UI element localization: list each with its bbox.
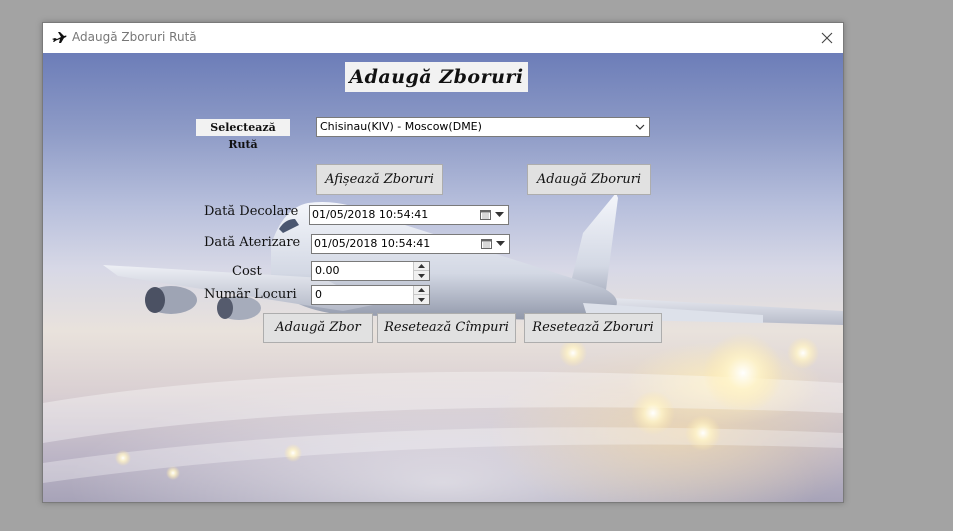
seats-label: Număr Locuri bbox=[204, 287, 297, 302]
add-flight-button[interactable]: Adaugă Zbor bbox=[263, 313, 373, 343]
show-flights-button[interactable]: Afișează Zboruri bbox=[316, 164, 443, 195]
reset-fields-button[interactable]: Resetează Cîmpuri bbox=[377, 313, 516, 343]
decrement-button[interactable] bbox=[414, 271, 429, 280]
departure-datetime-picker[interactable]: 01/05/2018 10:54:41 bbox=[309, 205, 509, 225]
arrival-label: Dată Aterizare bbox=[204, 235, 301, 250]
arrival-datetime-picker[interactable]: 01/05/2018 10:54:41 bbox=[311, 234, 510, 254]
cost-stepper-buttons bbox=[413, 262, 429, 280]
increment-button[interactable] bbox=[414, 262, 429, 271]
seats-stepper-buttons bbox=[413, 286, 429, 304]
route-select-value: Chisinau(KIV) - Moscow(DME) bbox=[320, 120, 482, 133]
calendar-icon bbox=[481, 239, 492, 249]
departure-value: 01/05/2018 10:54:41 bbox=[312, 208, 429, 221]
route-label: Selectează Rută bbox=[196, 119, 290, 151]
chevron-down-icon bbox=[418, 273, 425, 278]
seats-value: 0 bbox=[315, 288, 322, 301]
route-select[interactable]: Chisinau(KIV) - Moscow(DME) bbox=[316, 117, 650, 137]
chevron-up-icon bbox=[418, 264, 425, 268]
calendar-icon bbox=[480, 210, 491, 220]
airplane-icon bbox=[51, 30, 67, 46]
close-icon bbox=[821, 32, 833, 44]
form-client-area: Adaugă Zboruri Selectează Rută Chisinau(… bbox=[43, 53, 843, 502]
add-flights-window: Adaugă Zboruri Rută Adaugă Zboruri Selec… bbox=[42, 22, 844, 503]
cost-value: 0.00 bbox=[315, 264, 340, 277]
window-title: Adaugă Zboruri Rută bbox=[72, 30, 197, 44]
seats-stepper[interactable]: 0 bbox=[311, 285, 430, 305]
increment-button[interactable] bbox=[414, 286, 429, 295]
close-button[interactable] bbox=[811, 23, 843, 53]
reset-flights-button[interactable]: Resetează Zboruri bbox=[524, 313, 662, 343]
add-flights-button[interactable]: Adaugă Zboruri bbox=[527, 164, 651, 195]
arrival-value: 01/05/2018 10:54:41 bbox=[314, 237, 431, 250]
form-heading: Adaugă Zboruri bbox=[345, 62, 528, 92]
decrement-button[interactable] bbox=[414, 295, 429, 304]
departure-label: Dată Decolare bbox=[204, 204, 299, 219]
cost-stepper[interactable]: 0.00 bbox=[311, 261, 430, 281]
chevron-down-icon bbox=[635, 124, 645, 130]
chevron-down-icon bbox=[496, 241, 505, 246]
title-bar[interactable]: Adaugă Zboruri Rută bbox=[43, 23, 843, 53]
chevron-down-icon bbox=[418, 297, 425, 302]
chevron-up-icon bbox=[418, 288, 425, 292]
cost-label: Cost bbox=[232, 264, 262, 279]
chevron-down-icon bbox=[495, 212, 504, 217]
